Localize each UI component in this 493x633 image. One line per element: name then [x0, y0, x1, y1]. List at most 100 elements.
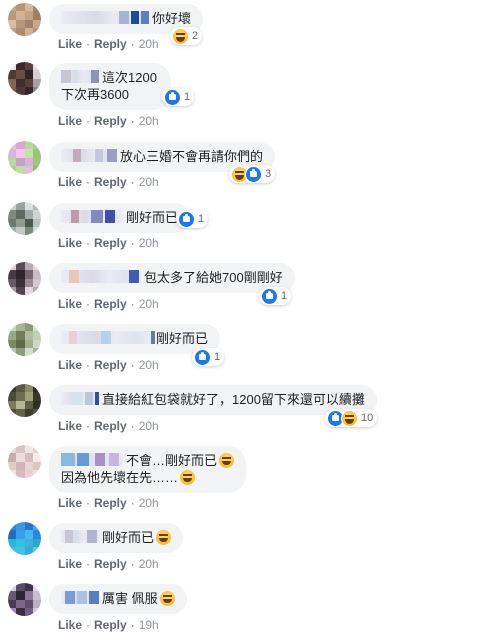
comment-text: 直接給紅包袋就好了，1200留下來還可以續攤	[102, 392, 365, 407]
commenter-name[interactable]	[61, 453, 123, 466]
reaction-summary[interactable]: 1	[162, 88, 195, 106]
commenter-name[interactable]	[61, 149, 117, 162]
laughing-emoji-icon	[159, 591, 175, 606]
reaction-count: 1	[184, 91, 191, 103]
commenter-name[interactable]	[61, 270, 141, 283]
comment-meta: Like · Reply · 20h	[58, 496, 159, 510]
reply-link[interactable]: Reply	[94, 114, 127, 128]
commenter-name[interactable]	[61, 530, 99, 543]
like-reaction-icon	[194, 348, 211, 366]
comment-bubble: 厲害 佩服	[49, 584, 187, 614]
avatar[interactable]	[8, 323, 41, 356]
reaction-count: 2	[192, 30, 199, 42]
comment-text: 剛好而已	[102, 530, 155, 545]
laughing-emoji-icon	[156, 530, 172, 545]
avatar[interactable]	[8, 62, 41, 95]
comment-meta: Like · Reply · 20h	[58, 114, 159, 128]
like-reaction-icon	[245, 165, 262, 183]
like-link[interactable]: Like	[58, 496, 82, 510]
avatar[interactable]	[8, 3, 41, 36]
comment-text: 不會…剛好而已	[126, 453, 218, 468]
reaction-count: 10	[361, 412, 374, 424]
comment-text: 包太多了給她700剛剛好	[144, 270, 283, 285]
timestamp[interactable]: 19h	[139, 618, 159, 632]
timestamp[interactable]: 20h	[139, 297, 159, 311]
comment-meta: Like · Reply · 20h	[58, 419, 159, 433]
timestamp[interactable]: 20h	[139, 37, 159, 51]
haha-reaction-icon	[341, 409, 358, 427]
reaction-summary[interactable]: 3	[229, 165, 276, 183]
comment-text: 剛好而已	[126, 210, 179, 225]
like-link[interactable]: Like	[58, 618, 82, 632]
reply-link[interactable]: Reply	[94, 358, 127, 372]
reaction-summary[interactable]: 2	[170, 27, 203, 45]
comment-bubble: 不會…剛好而已 因為他先壞在先……	[49, 446, 246, 493]
reply-link[interactable]: Reply	[94, 236, 127, 250]
reaction-count: 1	[198, 213, 205, 225]
comment-text: 厲害 佩服	[102, 591, 158, 606]
commenter-name[interactable]	[61, 70, 99, 83]
timestamp[interactable]: 20h	[139, 557, 159, 571]
smiling-emoji-icon	[180, 470, 196, 485]
comment-text: 你好壞	[152, 11, 192, 26]
comment-meta: Like · Reply · 20h	[58, 175, 159, 189]
comment-text: 這次1200	[102, 70, 157, 85]
comment-meta: Like · Reply · 20h	[58, 37, 159, 51]
reaction-summary[interactable]: 10	[325, 409, 378, 427]
like-link[interactable]: Like	[58, 358, 82, 372]
like-link[interactable]: Like	[58, 297, 82, 311]
comment-bubble: 剛好而已	[49, 523, 184, 553]
avatar[interactable]	[8, 384, 41, 417]
comment-meta: Like · Reply · 20h	[58, 557, 159, 571]
reply-link[interactable]: Reply	[94, 618, 127, 632]
reply-link[interactable]: Reply	[94, 37, 127, 51]
comment-bubble: 包太多了給她700剛剛好	[49, 263, 295, 293]
like-link[interactable]: Like	[58, 175, 82, 189]
timestamp[interactable]: 20h	[139, 496, 159, 510]
timestamp[interactable]: 20h	[139, 175, 159, 189]
timestamp[interactable]: 20h	[139, 114, 159, 128]
haha-reaction-icon	[172, 27, 189, 45]
avatar[interactable]	[8, 522, 41, 555]
avatar[interactable]	[8, 141, 41, 174]
reply-link[interactable]: Reply	[94, 297, 127, 311]
like-link[interactable]: Like	[58, 557, 82, 571]
reaction-count: 1	[214, 351, 221, 363]
like-reaction-icon	[178, 210, 195, 228]
commenter-name[interactable]	[61, 210, 123, 223]
commenter-name[interactable]	[61, 591, 99, 604]
avatar[interactable]	[8, 445, 41, 478]
reply-link[interactable]: Reply	[94, 175, 127, 189]
comment-meta: Like · Reply · 20h	[58, 297, 159, 311]
comment-meta: Like · Reply · 20h	[58, 236, 159, 250]
reply-link[interactable]: Reply	[94, 496, 127, 510]
comment-meta: Like · Reply · 20h	[58, 358, 159, 372]
comment-bubble: 這次1200 下次再3600	[49, 63, 171, 110]
reaction-summary[interactable]: 1	[176, 210, 209, 228]
like-link[interactable]: Like	[58, 114, 82, 128]
commenter-name[interactable]	[61, 392, 99, 405]
comment-meta: Like · Reply · 19h	[58, 618, 159, 632]
like-link[interactable]: Like	[58, 236, 82, 250]
avatar[interactable]	[8, 262, 41, 295]
commenter-name[interactable]	[61, 331, 155, 344]
comment-bubble: 剛好而已	[49, 203, 191, 233]
reaction-count: 1	[281, 290, 288, 302]
like-link[interactable]: Like	[58, 419, 82, 433]
avatar[interactable]	[8, 202, 41, 235]
reaction-summary[interactable]: 1	[192, 348, 225, 366]
comment-text: 剛好而已	[156, 331, 209, 346]
laughing-emoji-icon	[219, 453, 235, 468]
commenter-name[interactable]	[61, 11, 149, 24]
reply-link[interactable]: Reply	[94, 557, 127, 571]
reply-link[interactable]: Reply	[94, 419, 127, 433]
avatar[interactable]	[8, 583, 41, 616]
like-reaction-icon	[261, 287, 278, 305]
comment-text-line2: 下次再3600	[61, 87, 129, 102]
like-link[interactable]: Like	[58, 37, 82, 51]
timestamp[interactable]: 20h	[139, 236, 159, 250]
timestamp[interactable]: 20h	[139, 419, 159, 433]
like-reaction-icon	[164, 88, 181, 106]
reaction-summary[interactable]: 1	[259, 287, 292, 305]
timestamp[interactable]: 20h	[139, 358, 159, 372]
